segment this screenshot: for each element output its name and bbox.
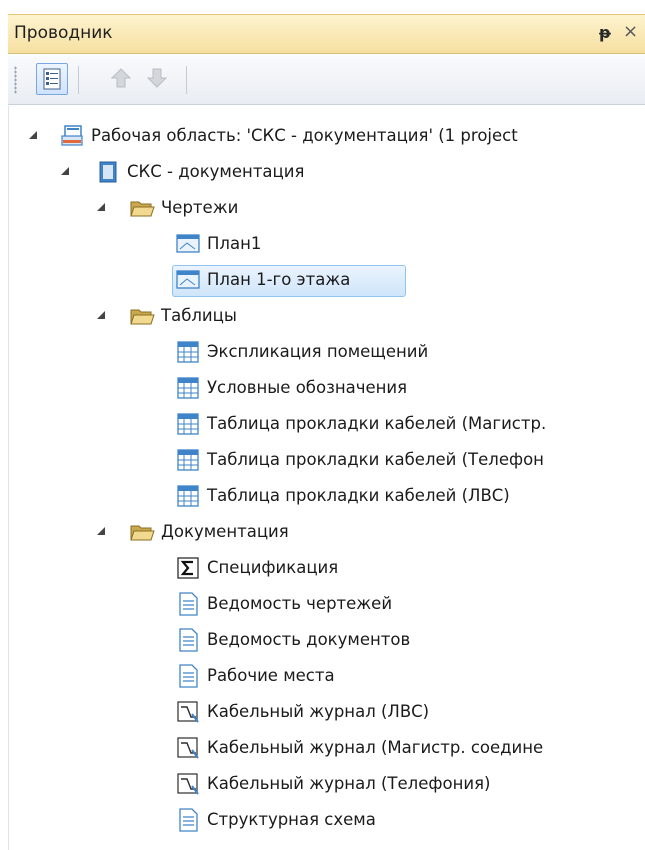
folder-label: Чертежи (161, 198, 239, 217)
properties-button[interactable] (36, 63, 68, 95)
panel-title-bar: Проводник ᵽ × (8, 14, 645, 54)
tree-item[interactable]: Кабельный журнал (Телефония) (9, 769, 645, 799)
tree-item[interactable]: Таблица прокладки кабелей (Телефон (9, 445, 645, 475)
folder-label: Документация (161, 522, 289, 541)
arrow-down-icon (146, 68, 168, 88)
properties-icon (43, 68, 61, 90)
tree-item-label: Кабельный журнал (ЛВС) (207, 702, 430, 721)
tree-item-label: Спецификация (207, 558, 339, 577)
tree-item-label: Ведомость чертежей (207, 594, 393, 613)
drawing-icon (176, 234, 200, 253)
project-icon (99, 161, 117, 183)
workspace-icon (61, 125, 83, 146)
tree-item-label: Ведомость документов (207, 630, 411, 649)
expanded-arrow-icon[interactable] (27, 129, 39, 141)
move-down-button[interactable] (142, 63, 172, 93)
tree-item-label: Экспликация помещений (207, 342, 429, 361)
tree-item[interactable]: Условные обозначения (9, 373, 645, 403)
tree-item-label: Таблица прокладки кабелей (Магистр. (207, 414, 547, 433)
tree-item[interactable]: Ведомость документов (9, 625, 645, 655)
close-icon[interactable]: × (623, 21, 638, 42)
document-icon (179, 808, 198, 832)
toolbar-separator (78, 66, 79, 94)
expanded-arrow-icon[interactable] (59, 165, 71, 177)
document-icon (179, 592, 198, 616)
workspace-label: Рабочая область: 'СКС - документация' (1… (91, 126, 518, 145)
table-icon (177, 341, 199, 363)
tree-item[interactable]: Ведомость чертежей (9, 589, 645, 619)
folder-open-icon (130, 309, 155, 325)
table-icon (177, 485, 199, 507)
table-icon (177, 413, 199, 435)
tree-item[interactable]: Кабельный журнал (Магистр. соедине (9, 733, 645, 763)
cable-journal-icon (177, 737, 199, 759)
tree-folder-drawings[interactable]: Чертежи (9, 193, 645, 223)
tree-folder-tables[interactable]: Таблицы (9, 301, 645, 331)
tree-item[interactable]: Экспликация помещений (9, 337, 645, 367)
arrow-up-icon (110, 68, 132, 88)
panel-title: Проводник (14, 23, 113, 43)
folder-open-icon (130, 201, 155, 217)
tree-item-label: План1 (207, 234, 262, 253)
tree-item-label: Кабельный журнал (Магистр. соедине (207, 738, 544, 757)
tree-item-label: План 1-го этажа (207, 270, 351, 289)
expanded-arrow-icon[interactable] (95, 309, 107, 321)
tree-item[interactable]: План1 (9, 229, 645, 259)
tree-item[interactable]: Таблица прокладки кабелей (Магистр. (9, 409, 645, 439)
explorer-panel: Проводник ᵽ × Рабочая область: 'СКС - до… (0, 0, 645, 850)
project-tree: Рабочая область: 'СКС - документация' (1… (8, 106, 645, 850)
table-icon (177, 449, 199, 471)
drawing-icon (176, 270, 200, 289)
tree-item[interactable]: Рабочие места (9, 661, 645, 691)
toolbar-grip[interactable] (14, 66, 17, 94)
tree-item-label: Условные обозначения (207, 378, 408, 397)
table-icon (177, 377, 199, 399)
move-up-button[interactable] (106, 63, 136, 93)
toolbar (8, 56, 645, 105)
project-label: СКС - документация (127, 162, 305, 181)
tree-item-label: Структурная схема (207, 810, 376, 829)
folder-open-icon (130, 525, 155, 541)
tree-item[interactable]: Кабельный журнал (ЛВС) (9, 697, 645, 727)
tree-folder-documentation[interactable]: Документация (9, 517, 645, 547)
document-icon (179, 664, 198, 688)
tree-item-label: Кабельный журнал (Телефония) (207, 774, 491, 793)
toolbar-separator (186, 66, 187, 94)
tree-item[interactable]: Спецификация (9, 553, 645, 583)
tree-item-label: Рабочие места (207, 666, 335, 685)
tree-item[interactable]: Таблица прокладки кабелей (ЛВС) (9, 481, 645, 511)
expanded-arrow-icon[interactable] (95, 201, 107, 213)
cable-journal-icon (177, 701, 199, 723)
pin-icon[interactable]: ᵽ (599, 23, 611, 42)
sigma-icon (177, 557, 199, 579)
tree-item-label: Таблица прокладки кабелей (Телефон (207, 450, 544, 469)
cable-journal-icon (177, 773, 199, 795)
tree-item[interactable]: Структурная схема (9, 805, 645, 835)
tree-node-project[interactable]: СКС - документация (9, 157, 645, 187)
folder-label: Таблицы (161, 306, 237, 325)
tree-item-label: Таблица прокладки кабелей (ЛВС) (207, 486, 510, 505)
document-icon (179, 628, 198, 652)
tree-node-workspace[interactable]: Рабочая область: 'СКС - документация' (1… (9, 121, 645, 151)
expanded-arrow-icon[interactable] (95, 525, 107, 537)
tree-item-selected[interactable]: План 1-го этажа (9, 265, 645, 297)
